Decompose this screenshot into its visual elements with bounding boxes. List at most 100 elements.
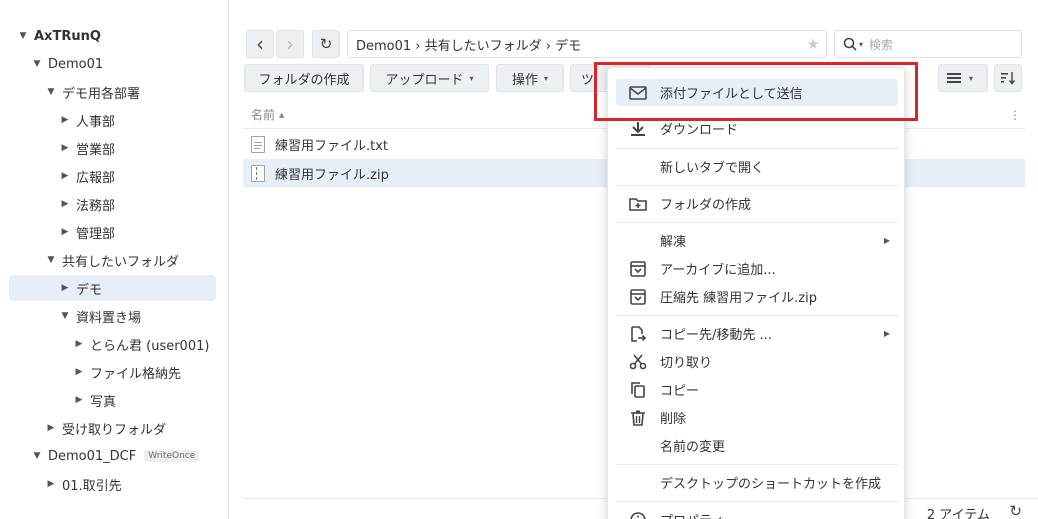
expand-arrow-icon[interactable]: ▶ (58, 171, 72, 181)
expand-arrow-icon[interactable]: ▼ (30, 59, 44, 69)
expand-arrow-icon[interactable]: ▶ (72, 395, 86, 405)
caret-down-icon: ▾ (969, 73, 974, 83)
zip-file-icon (251, 164, 265, 182)
tree-label: Demo01 (48, 56, 104, 72)
menu-divider (616, 464, 898, 465)
menu-label: フォルダの作成 (660, 198, 752, 213)
tree-item-sales[interactable]: ▶ 営業部 (58, 135, 115, 161)
menu-label: 解凍 (660, 235, 687, 250)
caret-down-icon: ▾ (544, 73, 549, 83)
tree-label: 資料置き場 (76, 310, 142, 326)
tree-label: デモ用各部署 (62, 86, 141, 102)
expand-arrow-icon[interactable]: ▼ (44, 255, 58, 265)
menu-item-desktop-shortcut[interactable]: デスクトップのショートカットを作成 (616, 469, 898, 496)
tree-label: 01.取引先 (62, 478, 122, 494)
refresh-button[interactable]: ↻ (312, 30, 340, 58)
menu-item-copy[interactable]: コピー (616, 376, 898, 403)
menu-label: コピー先/移動先 ... (660, 328, 772, 343)
list-view-icon (947, 73, 961, 83)
status-refresh-icon[interactable]: ↻ (1009, 502, 1022, 519)
item-count: 2 アイテム (926, 508, 990, 519)
menu-item-create-folder[interactable]: フォルダの作成 (616, 190, 898, 217)
archive-icon (630, 288, 646, 305)
tree-label: 写真 (90, 394, 117, 410)
menu-divider (616, 185, 898, 186)
menu-item-cut[interactable]: 切り取り (616, 348, 898, 375)
tree-label: 法務部 (76, 198, 116, 214)
create-folder-button[interactable]: フォルダの作成 (244, 64, 364, 92)
expand-arrow-icon[interactable]: ▶ (44, 479, 58, 489)
tree-item-legal[interactable]: ▶ 法務部 (58, 191, 115, 217)
tree-item-admin[interactable]: ▶ 管理部 (58, 219, 115, 245)
tree-item-demo01[interactable]: ▼ Demo01 (30, 51, 104, 77)
archive-icon (630, 260, 646, 277)
folder-plus-icon (629, 197, 647, 211)
expand-arrow-icon[interactable]: ▶ (58, 115, 72, 125)
search-caret-icon[interactable]: ▾ (859, 40, 863, 49)
menu-label: 削除 (660, 412, 687, 427)
action-button[interactable]: 操作 ▾ (496, 64, 564, 92)
upload-button[interactable]: アップロード ▾ (370, 64, 489, 92)
search-input[interactable]: ▾ 検索 (834, 30, 1022, 58)
expand-arrow-icon[interactable]: ▶ (58, 283, 72, 293)
expand-arrow-icon[interactable]: ▼ (58, 311, 72, 321)
expand-arrow-icon[interactable]: ▶ (58, 199, 72, 209)
view-toggle-button[interactable]: ▾ (938, 64, 988, 92)
path-text: Demo01 › 共有したいフォルダ › デモ (356, 38, 582, 54)
expand-arrow-icon[interactable]: ▶ (58, 227, 72, 237)
tree-item-shared-folder[interactable]: ▼ 共有したいフォルダ (44, 247, 179, 273)
tree-item-pr[interactable]: ▶ 広報部 (58, 163, 115, 189)
scissors-icon (629, 353, 647, 369)
tree-item-demo-departments[interactable]: ▼ デモ用各部署 (44, 79, 140, 105)
favorite-star-icon[interactable]: ★ (807, 35, 820, 53)
tree-item-demo01-dcf[interactable]: ▼ Demo01_DCF WriteOnce (30, 443, 200, 469)
search-placeholder: 検索 (869, 37, 894, 52)
tree-item-photos[interactable]: ▶ 写真 (72, 387, 116, 413)
file-name: 練習用ファイル.zip (275, 167, 389, 183)
expand-arrow-icon[interactable]: ▼ (44, 87, 58, 97)
menu-label: 新しいタブで開く (660, 161, 765, 176)
expand-arrow-icon[interactable]: ▼ (16, 31, 30, 41)
menu-item-compress-to[interactable]: 圧縮先 練習用ファイル.zip (616, 283, 898, 310)
tree-item-user001[interactable]: ▶ とらん君 (user001) (72, 331, 210, 357)
tree-item-materials[interactable]: ▼ 資料置き場 (58, 303, 141, 329)
menu-item-open-new-tab[interactable]: 新しいタブで開く (616, 153, 898, 180)
tree-item-receive-folder[interactable]: ▶ 受け取りフォルダ (44, 415, 166, 441)
expand-arrow-icon[interactable]: ▶ (72, 339, 86, 349)
path-bar[interactable]: Demo01 › 共有したいフォルダ › デモ ★ (347, 30, 827, 58)
menu-item-extract[interactable]: 解凍 ▶ (616, 227, 898, 254)
menu-item-add-to-archive[interactable]: アーカイブに追加... (616, 255, 898, 282)
submenu-arrow-icon: ▶ (883, 236, 890, 245)
menu-item-properties[interactable]: プロパティ (616, 506, 898, 519)
column-menu-icon[interactable]: ⋮ (1009, 108, 1021, 122)
menu-divider (616, 501, 898, 502)
tree-label: 営業部 (76, 142, 116, 158)
forward-button[interactable]: › (276, 30, 304, 58)
tree-label: 管理部 (76, 226, 116, 242)
tree-label: 広報部 (76, 170, 116, 186)
menu-label: 名前の変更 (660, 440, 726, 455)
column-name[interactable]: 名前 (251, 106, 275, 123)
tree-item-file-storage[interactable]: ▶ ファイル格納先 (72, 359, 181, 385)
caret-down-icon: ▾ (469, 73, 474, 83)
back-button[interactable]: ‹ (246, 30, 274, 58)
expand-arrow-icon[interactable]: ▶ (72, 367, 86, 377)
sidebar-tree: ▼ AxTRunQ ▼ Demo01 ▼ デモ用各部署 ▶ 人事部 ▶ 営業部 ▶ 広報部 … (0, 0, 229, 519)
expand-arrow-icon[interactable]: ▶ (58, 143, 72, 153)
tree-item-clients[interactable]: ▶ 01.取引先 (44, 471, 122, 497)
expand-arrow-icon[interactable]: ▼ (30, 451, 44, 461)
copy-move-icon (631, 325, 647, 342)
download-icon (631, 121, 645, 136)
tree-item-hr[interactable]: ▶ 人事部 (58, 107, 115, 133)
search-icon[interactable] (843, 37, 857, 51)
sort-button[interactable] (994, 64, 1022, 92)
tree-label: 共有したいフォルダ (62, 254, 180, 270)
expand-arrow-icon[interactable]: ▶ (44, 423, 58, 433)
menu-item-rename[interactable]: 名前の変更 (616, 432, 898, 459)
tree-item-demo[interactable]: ▶ デモ (9, 275, 216, 301)
tree-item-axtrunq[interactable]: ▼ AxTRunQ (16, 23, 101, 49)
sort-icon (1001, 72, 1015, 85)
text-file-icon (251, 135, 265, 153)
menu-item-delete[interactable]: 削除 (616, 404, 898, 431)
menu-item-copy-move-to[interactable]: コピー先/移動先 ... ▶ (616, 320, 898, 347)
